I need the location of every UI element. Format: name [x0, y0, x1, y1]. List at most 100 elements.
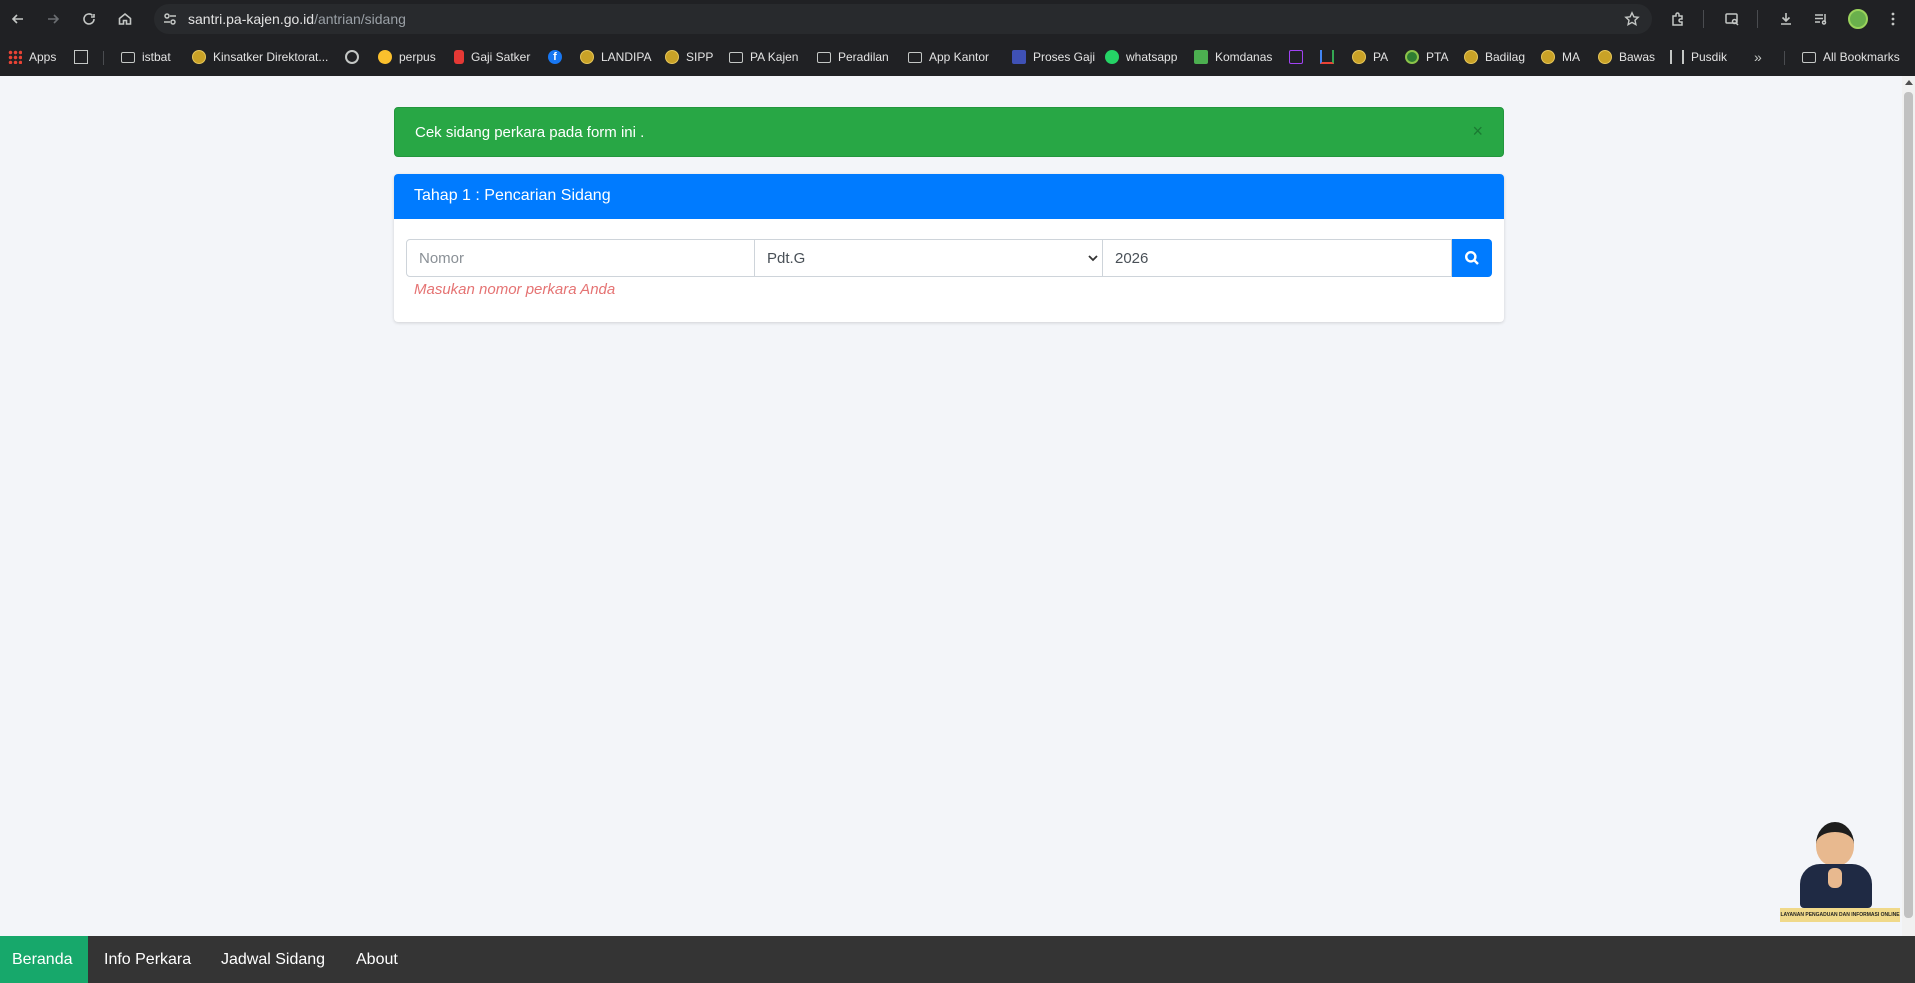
bookmark-perpus[interactable]: perpus [378, 49, 436, 65]
bookmark-pa[interactable]: PA [1352, 49, 1388, 65]
bookmark-pta[interactable]: PTA [1405, 49, 1448, 65]
mail-icon [1289, 50, 1303, 64]
all-bookmarks-button[interactable]: All Bookmarks [1802, 49, 1900, 65]
bookmark-label: PTA [1426, 50, 1449, 64]
browser-menu-button[interactable] [1880, 6, 1906, 32]
scroll-up-arrow-icon[interactable] [1905, 80, 1913, 85]
bookmark-ma[interactable]: MA [1541, 49, 1580, 65]
bookmark-proses-gaji[interactable]: Proses Gaji [1012, 49, 1095, 65]
page-scrollbar[interactable] [1902, 76, 1915, 936]
bookmark-badilag[interactable]: Badilag [1464, 49, 1525, 65]
bookmark-gmail[interactable] [1320, 49, 1341, 65]
jenis-select-wrapper: Pdt.G [754, 239, 1103, 277]
bookmark-label: MA [1562, 50, 1580, 64]
url-text: santri.pa-kajen.go.id/antrian/sidang [188, 11, 406, 27]
home-button[interactable] [112, 6, 138, 32]
alert-close-button[interactable]: × [1472, 121, 1483, 141]
bookmark-label: PA Kajen [750, 50, 799, 64]
gaji-logo-icon [454, 50, 464, 64]
jenis-perkara-select[interactable]: Pdt.G [754, 239, 1103, 277]
bottom-navigation: Beranda Info Perkara Jadwal Sidang About [0, 936, 1915, 983]
bookmark-label: Gaji Satker [471, 50, 531, 64]
coin-logo-icon [1464, 50, 1478, 64]
bookmark-label: LANDIPA [601, 50, 652, 64]
bookmark-facebook[interactable]: f [548, 49, 569, 65]
coin-logo-icon [665, 50, 679, 64]
komdanas-logo-icon [1194, 50, 1208, 64]
nav-jadwal-sidang[interactable]: Jadwal Sidang [206, 936, 336, 983]
nav-beranda[interactable]: Beranda [0, 936, 88, 983]
complaint-service-widget[interactable]: LAYANAN PENGADUAN DAN INFORMASI ONLINE [1780, 818, 1900, 928]
profile-avatar[interactable] [1848, 9, 1868, 29]
bookmark-label: PA [1373, 50, 1389, 64]
bookmark-komdanas[interactable]: Komdanas [1194, 49, 1272, 65]
mascot-label: LAYANAN PENGADUAN DAN INFORMASI ONLINE [1780, 908, 1900, 922]
bookmark-kinsatker[interactable]: Kinsatker Direktorat... [192, 49, 328, 65]
coin-logo-icon [192, 50, 206, 64]
mascot-head [1816, 822, 1854, 866]
facebook-icon: f [548, 50, 562, 64]
nomor-help-text: Masukan nomor perkara Anda [414, 281, 616, 298]
bookmark-star-icon[interactable] [1624, 11, 1640, 27]
bookmark-globe[interactable] [345, 49, 366, 65]
toolbar-divider [1703, 10, 1704, 28]
bookmark-label: Kinsatker Direktorat... [213, 50, 329, 64]
coin-logo-icon [580, 50, 594, 64]
more-bookmarks-button[interactable]: » [1754, 49, 1762, 65]
bookmark-label: Badilag [1485, 50, 1526, 64]
bookmark-label: SIPP [686, 50, 714, 64]
site-settings-icon[interactable] [162, 11, 178, 27]
bookmark-sipp[interactable]: SIPP [665, 49, 713, 65]
bookmarks-divider [1784, 51, 1785, 65]
reload-button[interactable] [76, 6, 102, 32]
bookmark-pa-kajen[interactable]: PA Kajen [729, 49, 798, 65]
tab-groups-icon [74, 50, 88, 64]
arrow-right-icon [48, 14, 60, 24]
tab-search-button[interactable] [1719, 6, 1745, 32]
search-icon [1465, 251, 1479, 265]
nomor-input[interactable] [406, 239, 755, 277]
bookmark-gaji-satker[interactable]: Gaji Satker [454, 49, 530, 65]
nav-info-perkara[interactable]: Info Perkara [88, 936, 200, 983]
bookmark-landipa[interactable]: LANDIPA [580, 49, 651, 65]
bookmark-bawas[interactable]: Bawas [1598, 49, 1655, 65]
folder-icon [121, 51, 135, 63]
downloads-button[interactable] [1773, 6, 1799, 32]
bookmark-label: Pusdik [1691, 50, 1728, 64]
coin-logo-icon [1352, 50, 1366, 64]
nav-about[interactable]: About [342, 936, 412, 983]
puzzle-icon [1672, 12, 1683, 26]
card-title: Tahap 1 : Pencarian Sidang [414, 187, 611, 204]
bookmark-apps[interactable]: Apps [8, 49, 56, 65]
bookmark-pusdik[interactable]: Pusdik [1670, 49, 1727, 65]
search-input-group: Pdt.G [406, 239, 1492, 277]
mascot-hands [1828, 868, 1842, 888]
tahun-input[interactable] [1102, 239, 1452, 277]
scrollbar-thumb[interactable] [1904, 92, 1913, 918]
proses-gaji-logo-icon [1012, 50, 1026, 64]
bookmark-tab-groups[interactable] [74, 49, 95, 65]
address-bar[interactable]: santri.pa-kajen.go.id/antrian/sidang [154, 4, 1652, 34]
url-path: /antrian/sidang [314, 11, 406, 27]
playlist-icon [1815, 14, 1827, 25]
search-button[interactable] [1452, 239, 1492, 277]
bookmark-peradilan[interactable]: Peradilan [817, 49, 889, 65]
bookmark-whatsapp[interactable]: whatsapp [1105, 49, 1177, 65]
alert-message: Cek sidang perkara pada form ini . [415, 124, 645, 141]
bookmark-label: Peradilan [838, 50, 889, 64]
bookmark-label: Apps [29, 50, 57, 64]
extensions-button[interactable] [1665, 6, 1691, 32]
folder-icon [817, 51, 831, 63]
bookmark-istbat[interactable]: istbat [121, 49, 171, 65]
download-icon [1781, 13, 1791, 25]
bookmarks-bar: Apps istbat Kinsatker Direktorat... perp… [0, 38, 1915, 76]
bookmark-label: whatsapp [1126, 50, 1178, 64]
bookmark-mail[interactable] [1289, 49, 1310, 65]
gmail-icon [1320, 50, 1334, 64]
bookmark-app-kantor[interactable]: App Kantor [908, 49, 989, 65]
info-alert: Cek sidang perkara pada form ini . × [394, 107, 1504, 157]
whatsapp-icon [1105, 50, 1119, 64]
media-controls-button[interactable] [1808, 6, 1834, 32]
back-button[interactable] [5, 6, 31, 32]
forward-button[interactable] [40, 6, 66, 32]
